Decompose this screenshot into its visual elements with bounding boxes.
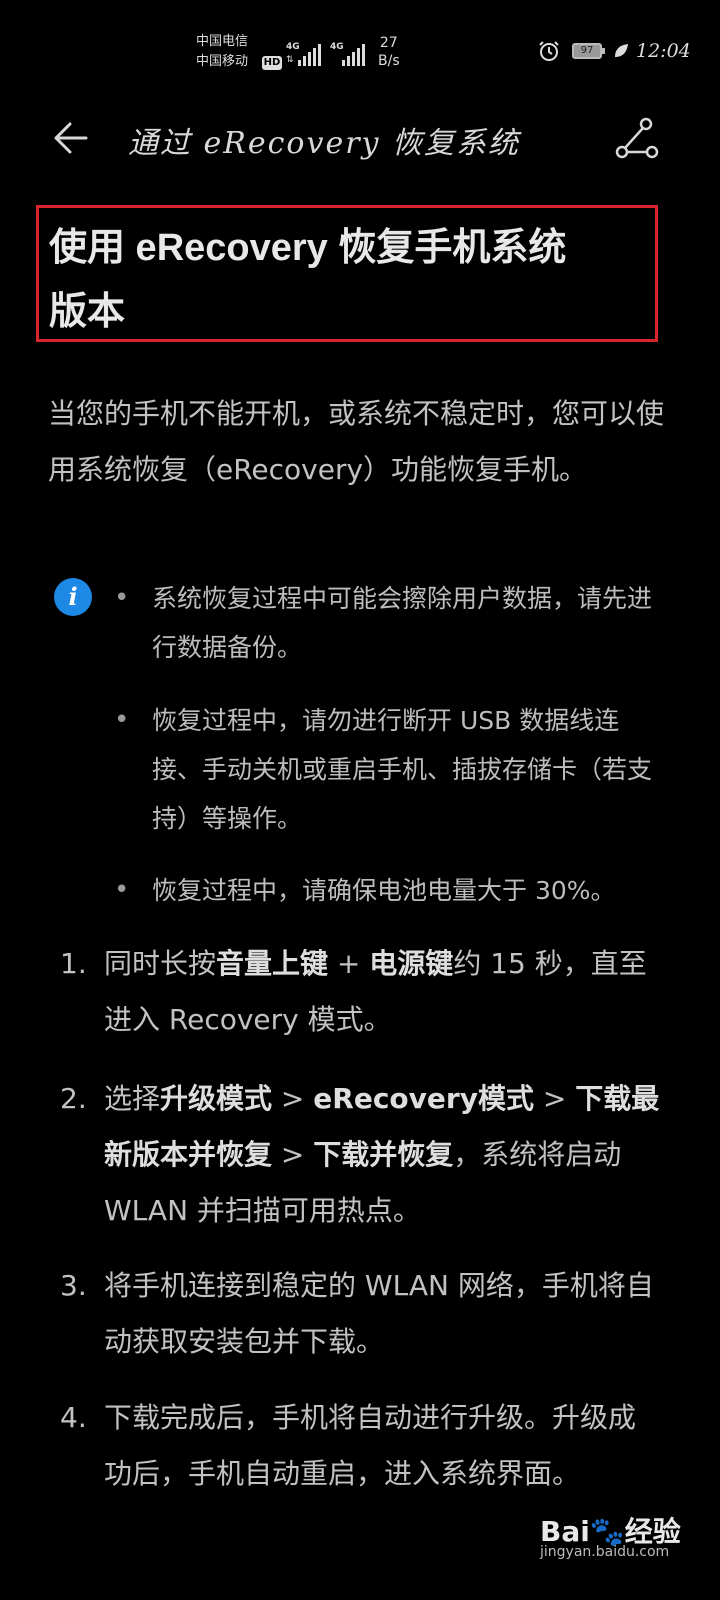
alarm-icon: [539, 41, 559, 61]
step-number: 1.: [60, 947, 87, 980]
data-arrows-icon: ⇅: [286, 55, 294, 65]
step-text: 将手机连接到稳定的 WLAN 网络，手机将自动获取安装包并下载。: [104, 1269, 654, 1358]
step-text-part: 选择: [104, 1082, 161, 1115]
step-text-part: 同时长按: [104, 947, 217, 980]
intro-paragraph: 当您的手机不能开机，或系统不稳定时，您可以使用系统恢复（eRecovery）功能…: [48, 397, 665, 486]
step-item: 1. 同时长按音量上键 + 电源键约 15 秒，直至进入 Recovery 模式…: [60, 936, 660, 1048]
share-icon[interactable]: [612, 114, 660, 162]
step-text-part: >: [272, 1138, 314, 1171]
page-title: 通过 eRecovery 恢复系统: [128, 126, 521, 161]
article-title-line-2: 版本: [49, 291, 126, 333]
step-menu-option: 升级模式: [160, 1082, 273, 1115]
signal-bars: [342, 44, 365, 66]
step-menu-option: eRecovery模式: [313, 1082, 534, 1115]
back-arrow-icon[interactable]: [48, 116, 92, 160]
step-text-part: +: [328, 947, 370, 980]
clock: 12:04: [636, 40, 691, 62]
status-bar: 中国电信 中国移动 HD 4G ⇅ 4G 27 B/s 97 12:04: [0, 0, 720, 90]
app-header: 通过 eRecovery 恢复系统: [0, 100, 720, 180]
step-text: 选择升级模式 > eRecovery模式 > 下载最新版本并恢复 > 下载并恢复…: [104, 1071, 660, 1239]
hd-badge: HD: [262, 56, 282, 70]
step-item: 4. 下载完成后，手机将自动进行升级。升级成功后，手机自动重启，进入系统界面。: [60, 1390, 660, 1502]
carrier-1: 中国电信: [196, 34, 249, 49]
carrier-2: 中国移动: [196, 54, 249, 69]
step-number: 4.: [60, 1401, 87, 1434]
battery-icon: 97: [572, 43, 605, 59]
signal-icon-2: 4G: [330, 42, 370, 68]
step-number: 2.: [60, 1082, 87, 1115]
note-item: 恢复过程中，请确保电池电量大于 30%。: [114, 866, 652, 915]
note-item: 系统恢复过程中可能会擦除用户数据，请先进行数据备份。: [114, 574, 652, 672]
network-speed: 27 B/s: [378, 34, 400, 70]
step-key-name: 电源键: [369, 947, 454, 980]
baidu-watermark: Bai🐾经验 jingyan.baidu.com: [540, 1506, 690, 1566]
article-title: 使用 eRecovery 恢复手机系统 版本: [36, 205, 658, 342]
info-icon: i: [54, 578, 92, 616]
signal-icon-1: 4G ⇅: [286, 42, 326, 68]
signal-bars: [298, 44, 321, 66]
step-menu-option: 下载并恢复: [313, 1138, 454, 1171]
step-text-part: >: [533, 1082, 576, 1115]
carrier-info: 中国电信 中国移动: [196, 32, 248, 72]
step-text: 同时长按音量上键 + 电源键约 15 秒，直至进入 Recovery 模式。: [104, 936, 660, 1048]
step-number: 3.: [60, 1269, 87, 1302]
step-item: 2. 选择升级模式 > eRecovery模式 > 下载最新版本并恢复 > 下载…: [60, 1071, 660, 1239]
leaf-icon: [615, 44, 628, 57]
step-item: 3. 将手机连接到稳定的 WLAN 网络，手机将自动获取安装包并下载。: [60, 1258, 660, 1370]
speed-value: 27: [379, 35, 398, 51]
note-item: 恢复过程中，请勿进行断开 USB 数据线连接、手动关机或重启手机、插拔存储卡（若…: [114, 696, 652, 843]
step-key-name: 音量上键: [216, 947, 329, 980]
step-text-part: >: [272, 1082, 314, 1115]
step-text: 下载完成后，手机将自动进行升级。升级成功后，手机自动重启，进入系统界面。: [104, 1401, 637, 1490]
watermark-url: jingyan.baidu.com: [540, 1544, 670, 1560]
article-title-line-1: 使用 eRecovery 恢复手机系统: [49, 227, 567, 269]
speed-unit: B/s: [378, 53, 400, 69]
